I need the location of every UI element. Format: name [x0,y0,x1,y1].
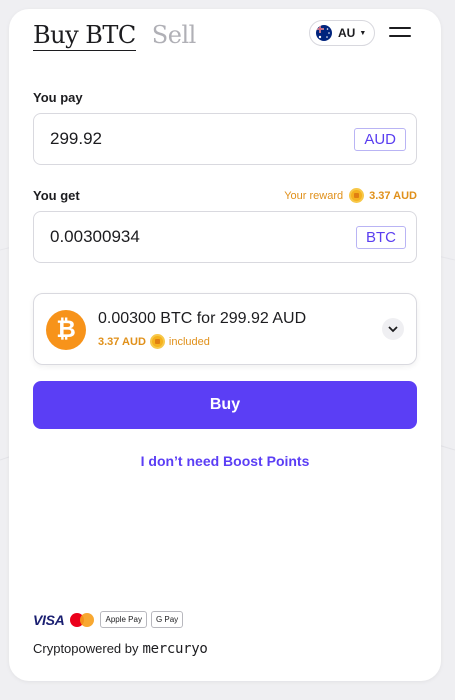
you-pay-field: AUD [33,113,417,165]
hamburger-menu-icon[interactable] [389,25,413,39]
buy-button[interactable]: Buy [33,381,417,429]
boost-coin-icon [149,334,165,349]
get-currency-selector[interactable]: BTC [356,225,406,249]
tab-buy[interactable]: Buy BTC [33,21,136,51]
quote-summary[interactable]: ₿ 0.00300 BTC for 299.92 AUD 3.37 AUD in… [33,293,417,365]
chevron-down-icon[interactable] [382,318,404,340]
mastercard-icon [70,612,96,628]
you-get-label: You get [33,188,80,203]
tab-sell[interactable]: Sell [152,21,197,51]
footer-text: Cryptopowered by [33,641,139,656]
you-pay-label: You pay [33,90,83,105]
country-selector[interactable]: AU ▼ [309,20,375,46]
reward-label: Your reward [284,189,344,202]
quote-reward-amount: 3.37 AUD [98,335,146,348]
google-pay-badge: G Pay [150,611,184,628]
boost-coin-icon [349,188,365,203]
payment-methods: VISA Apple Pay G Pay [33,611,184,628]
pay-amount-input[interactable] [50,129,355,149]
no-boost-points-link[interactable]: I don’t need Boost Points [9,453,441,469]
tab-bar: Buy BTC Sell [33,21,196,51]
bitcoin-logo-icon: ₿ [46,310,86,350]
caret-down-icon: ▼ [359,29,367,37]
you-get-field: BTC [33,211,417,263]
mercuryo-logo: mercuryo [142,641,208,657]
reward-info: Your reward 3.37 AUD [284,188,417,203]
country-code: AU [338,26,356,40]
reward-amount: 3.37 AUD [369,189,417,202]
apple-pay-badge: Apple Pay [100,611,147,628]
pay-currency-selector[interactable]: AUD [354,127,406,151]
australia-flag-icon [316,25,332,41]
quote-reward-line: 3.37 AUD included [98,334,210,349]
widget-card: Buy BTC Sell AU ▼ You pay AUD You get Yo… [9,9,441,681]
quote-text: 0.00300 BTC for 299.92 AUD [98,310,307,327]
visa-logo: VISA [33,611,65,628]
footer: Cryptopowered by mercuryo [33,641,208,657]
get-amount-input[interactable] [50,227,356,247]
quote-included-text: included [168,335,210,348]
